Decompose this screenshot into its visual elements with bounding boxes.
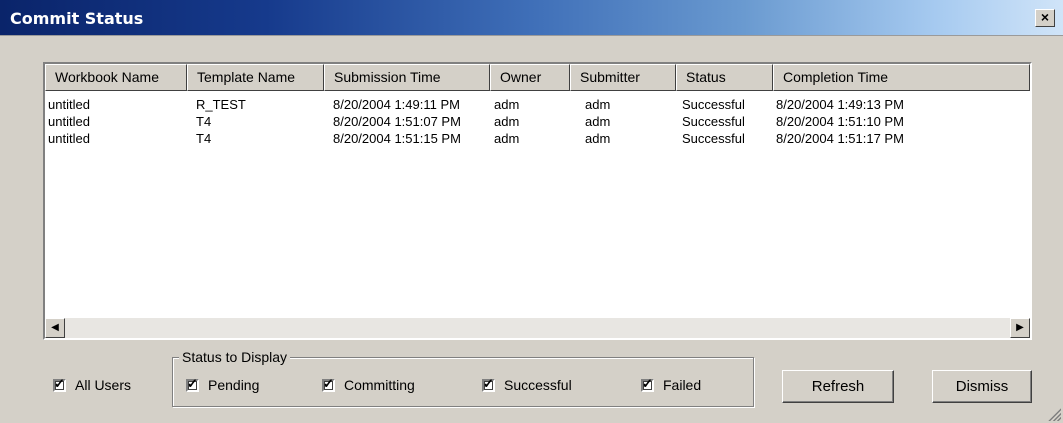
resize-grip-icon[interactable] bbox=[1047, 407, 1061, 421]
cell-submission-time: 8/20/2004 1:51:15 PM bbox=[333, 131, 461, 146]
scroll-left-arrow-icon: ◀ bbox=[51, 322, 59, 333]
table-row[interactable]: untitled T4 8/20/2004 1:51:07 PM adm adm… bbox=[45, 113, 1030, 130]
cell-status: Successful bbox=[682, 131, 745, 146]
checkmark-icon: ✓ bbox=[54, 375, 65, 391]
cell-template-name: T4 bbox=[196, 131, 212, 146]
table-row[interactable]: untitled R_TEST 8/20/2004 1:49:11 PM adm… bbox=[45, 96, 1030, 113]
all-users-checkbox-box[interactable]: ✓ bbox=[53, 375, 66, 392]
all-users-label: All Users bbox=[75, 377, 132, 393]
failed-checkbox-box[interactable]: ✓ bbox=[641, 375, 654, 392]
cell-workbook-name: untitled bbox=[48, 131, 90, 146]
checkmark-icon: ✓ bbox=[323, 375, 334, 391]
close-icon: × bbox=[1040, 9, 1050, 25]
failed-label: Failed bbox=[663, 377, 702, 393]
window-title: Commit Status bbox=[10, 9, 144, 28]
cell-template-name: R_TEST bbox=[196, 97, 246, 112]
column-header-status[interactable]: Status bbox=[676, 64, 773, 91]
checkmark-icon: ✓ bbox=[187, 375, 198, 391]
close-button[interactable]: × bbox=[1035, 9, 1055, 27]
successful-checkbox-box[interactable]: ✓ bbox=[482, 375, 495, 392]
cell-completion-time: 8/20/2004 1:49:13 PM bbox=[776, 97, 904, 112]
successful-checkbox[interactable]: ✓ Successful bbox=[482, 377, 572, 393]
committing-checkbox[interactable]: ✓ Committing bbox=[322, 377, 415, 393]
cell-submitter: adm bbox=[585, 97, 611, 112]
all-users-checkbox[interactable]: ✓ All Users bbox=[53, 377, 131, 393]
pending-checkbox[interactable]: ✓ Pending bbox=[186, 377, 259, 393]
cell-completion-time: 8/20/2004 1:51:17 PM bbox=[776, 131, 904, 146]
table-header: Workbook Name Template Name Submission T… bbox=[45, 64, 1030, 91]
successful-label: Successful bbox=[504, 377, 572, 393]
column-header-submission-time[interactable]: Submission Time bbox=[324, 64, 490, 91]
commit-status-dialog: Commit Status × Workbook Name Template N… bbox=[0, 0, 1063, 423]
cell-workbook-name: untitled bbox=[48, 97, 90, 112]
table-row[interactable]: untitled T4 8/20/2004 1:51:15 PM adm adm… bbox=[45, 130, 1030, 147]
cell-owner: adm bbox=[494, 114, 520, 129]
commit-status-table[interactable]: Workbook Name Template Name Submission T… bbox=[43, 62, 1032, 340]
cell-status: Successful bbox=[682, 97, 745, 112]
column-header-completion-time[interactable]: Completion Time bbox=[773, 64, 1030, 91]
cell-completion-time: 8/20/2004 1:51:10 PM bbox=[776, 114, 904, 129]
committing-checkbox-box[interactable]: ✓ bbox=[322, 375, 335, 392]
cell-owner: adm bbox=[494, 131, 520, 146]
column-header-owner[interactable]: Owner bbox=[490, 64, 570, 91]
cell-owner: adm bbox=[494, 97, 520, 112]
dismiss-button[interactable]: Dismiss bbox=[932, 370, 1032, 403]
cell-submitter: adm bbox=[585, 131, 611, 146]
failed-checkbox[interactable]: ✓ Failed bbox=[641, 377, 701, 393]
scroll-left-button[interactable]: ◀ bbox=[45, 318, 65, 338]
column-header-submitter[interactable]: Submitter bbox=[570, 64, 676, 91]
cell-submission-time: 8/20/2004 1:49:11 PM bbox=[333, 97, 460, 112]
cell-template-name: T4 bbox=[196, 114, 212, 129]
cell-submission-time: 8/20/2004 1:51:07 PM bbox=[333, 114, 461, 129]
pending-label: Pending bbox=[208, 377, 260, 393]
horizontal-scrollbar[interactable]: ◀ ▶ bbox=[45, 318, 1030, 338]
cell-workbook-name: untitled bbox=[48, 114, 90, 129]
scroll-right-button[interactable]: ▶ bbox=[1010, 318, 1030, 338]
column-header-workbook-name[interactable]: Workbook Name bbox=[45, 64, 187, 91]
refresh-button[interactable]: Refresh bbox=[782, 370, 894, 403]
cell-submitter: adm bbox=[585, 114, 611, 129]
cell-status: Successful bbox=[682, 114, 745, 129]
title-bar[interactable]: Commit Status × bbox=[0, 0, 1063, 36]
checkmark-icon: ✓ bbox=[642, 375, 653, 391]
checkmark-icon: ✓ bbox=[483, 375, 494, 391]
column-header-template-name[interactable]: Template Name bbox=[187, 64, 324, 91]
committing-label: Committing bbox=[344, 377, 415, 393]
pending-checkbox-box[interactable]: ✓ bbox=[186, 375, 199, 392]
scroll-right-arrow-icon: ▶ bbox=[1016, 322, 1024, 333]
status-to-display-label: Status to Display bbox=[179, 348, 291, 366]
